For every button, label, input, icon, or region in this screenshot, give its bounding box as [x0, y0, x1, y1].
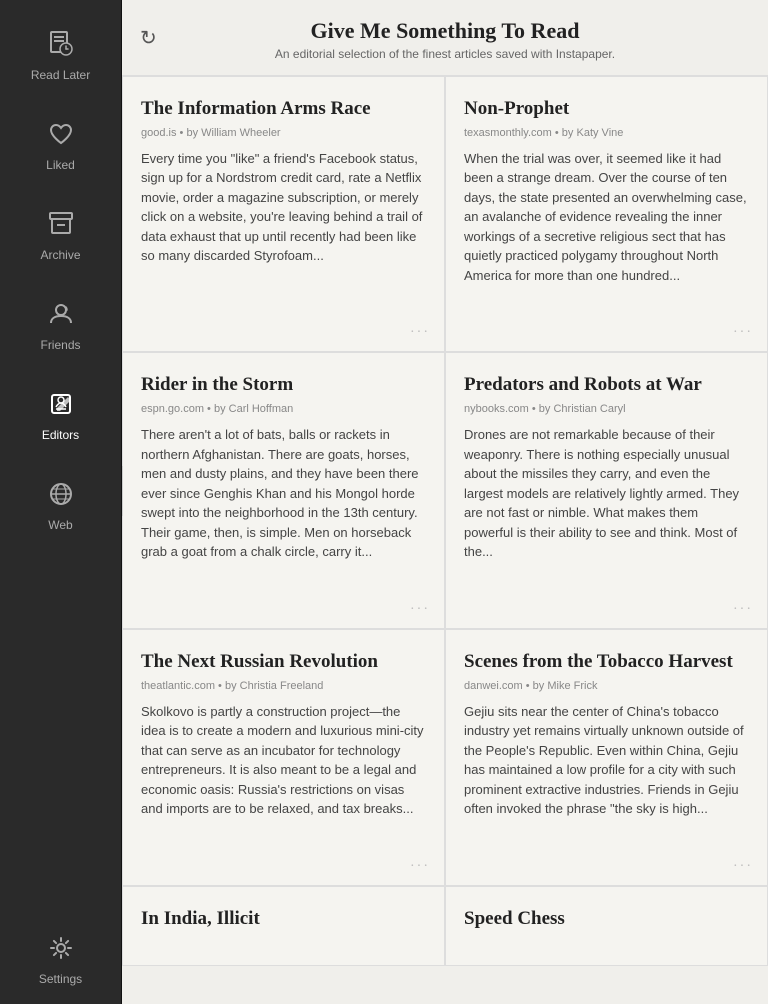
article-meta-3: espn.go.com • by Carl Hoffman	[141, 403, 426, 415]
article-title-4: Predators and Robots at War	[464, 373, 749, 397]
sidebar-item-editors[interactable]: Editors	[0, 370, 121, 460]
article-menu-6[interactable]: ···	[733, 859, 753, 875]
sidebar-item-web[interactable]: Web	[0, 460, 121, 550]
article-title-1: The Information Arms Race	[141, 97, 426, 121]
refresh-button[interactable]: ↻	[140, 25, 157, 50]
collapse-handle[interactable]: ‹	[122, 466, 123, 516]
article-card-5[interactable]: The Next Russian Revolution theatlantic.…	[122, 629, 445, 886]
read-later-icon	[45, 28, 77, 60]
sidebar-item-archive[interactable]: Archive	[0, 190, 121, 280]
article-title-7: In India, Illicit	[141, 907, 426, 931]
article-card-6[interactable]: Scenes from the Tobacco Harvest danwei.c…	[445, 629, 768, 886]
page-title: Give Me Something To Read	[132, 18, 758, 44]
main-content: ↻ Give Me Something To Read An editorial…	[122, 0, 768, 1004]
article-excerpt-3: There aren't a lot of bats, balls or rac…	[141, 425, 426, 562]
sidebar-item-liked[interactable]: Liked	[0, 100, 121, 190]
sidebar-item-read-later[interactable]: Read Later	[0, 10, 121, 100]
web-icon	[45, 478, 77, 510]
article-menu-3[interactable]: ···	[410, 602, 430, 618]
article-menu-2[interactable]: ···	[733, 325, 753, 341]
settings-icon	[45, 932, 77, 964]
article-excerpt-4: Drones are not remarkable because of the…	[464, 425, 749, 562]
article-card-1[interactable]: The Information Arms Race good.is • by W…	[122, 76, 445, 352]
article-meta-6: danwei.com • by Mike Frick	[464, 680, 749, 692]
liked-icon	[45, 118, 77, 150]
article-meta-2: texasmonthly.com • by Katy Vine	[464, 127, 749, 139]
article-meta-5: theatlantic.com • by Christia Freeland	[141, 680, 426, 692]
article-excerpt-6: Gejiu sits near the center of China's to…	[464, 702, 749, 819]
sidebar-label-editors: Editors	[42, 428, 79, 442]
editors-icon	[45, 388, 77, 420]
article-title-8: Speed Chess	[464, 907, 749, 931]
article-card-8[interactable]: Speed Chess	[445, 886, 768, 966]
article-menu-1[interactable]: ···	[410, 325, 430, 341]
article-excerpt-1: Every time you "like" a friend's Faceboo…	[141, 149, 426, 266]
article-title-3: Rider in the Storm	[141, 373, 426, 397]
article-card-4[interactable]: Predators and Robots at War nybooks.com …	[445, 352, 768, 628]
sidebar-item-friends[interactable]: Friends	[0, 280, 121, 370]
article-meta-4: nybooks.com • by Christian Caryl	[464, 403, 749, 415]
article-meta-1: good.is • by William Wheeler	[141, 127, 426, 139]
article-title-5: The Next Russian Revolution	[141, 650, 426, 674]
article-excerpt-2: When the trial was over, it seemed like …	[464, 149, 749, 286]
archive-icon	[45, 208, 77, 240]
sidebar-item-settings[interactable]: Settings	[0, 914, 121, 1004]
article-title-6: Scenes from the Tobacco Harvest	[464, 650, 749, 674]
sidebar-label-archive: Archive	[40, 248, 80, 262]
article-card-3[interactable]: ‹ Rider in the Storm espn.go.com • by Ca…	[122, 352, 445, 628]
page-subtitle: An editorial selection of the finest art…	[132, 47, 758, 61]
sidebar-label-read-later: Read Later	[31, 68, 90, 82]
article-card-7[interactable]: In India, Illicit	[122, 886, 445, 966]
article-card-2[interactable]: Non-Prophet texasmonthly.com • by Katy V…	[445, 76, 768, 352]
page-header: ↻ Give Me Something To Read An editorial…	[122, 0, 768, 76]
sidebar-label-web: Web	[48, 518, 72, 532]
sidebar-label-friends: Friends	[40, 338, 80, 352]
article-title-2: Non-Prophet	[464, 97, 749, 121]
article-excerpt-5: Skolkovo is partly a construction projec…	[141, 702, 426, 819]
article-menu-5[interactable]: ···	[410, 859, 430, 875]
friends-icon	[45, 298, 77, 330]
sidebar-label-liked: Liked	[46, 158, 75, 172]
sidebar-label-settings: Settings	[39, 972, 82, 986]
article-grid: The Information Arms Race good.is • by W…	[122, 76, 768, 1004]
article-menu-4[interactable]: ···	[733, 602, 753, 618]
sidebar: Read Later Liked Archive	[0, 0, 122, 1004]
